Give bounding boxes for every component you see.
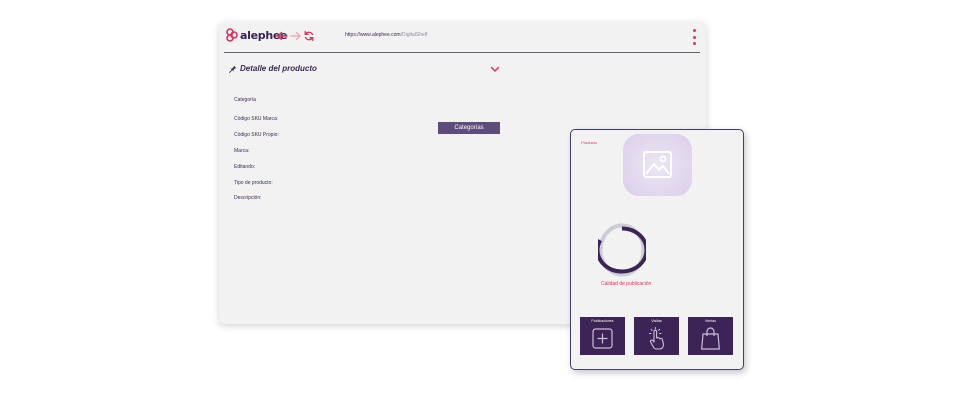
visits-tile[interactable]: Visitas [634, 317, 679, 355]
more-menu-icon[interactable] [692, 29, 696, 45]
url-path: /DigitalShelf [400, 32, 428, 38]
product-image-placeholder[interactable] [623, 134, 692, 196]
quality-label: Calidad de publicación [601, 281, 652, 287]
product-label: Producto [581, 140, 598, 145]
forward-arrow-icon[interactable] [290, 30, 302, 42]
image-icon [643, 151, 672, 178]
publication-quality-gauge [598, 223, 646, 277]
field-label-descripcion: Descripción: [234, 195, 262, 201]
field-label-sku-marca: Código SKU Marca: [234, 116, 279, 122]
field-label-tipo-producto: Tipo de producto: [234, 180, 273, 186]
publications-tile[interactable]: Publicaciones [580, 317, 625, 355]
sales-tile-label: Ventas [705, 319, 716, 323]
url-host: https://www.alephee.com [345, 32, 401, 38]
back-arrow-icon[interactable] [276, 30, 288, 42]
field-label-marca: Marca: [234, 148, 250, 154]
browser-toolbar: alephee https://www.alephee.com/DigitalS… [219, 22, 706, 52]
categories-button[interactable]: Categorías [438, 122, 500, 134]
publications-tile-label: Publicaciones [591, 319, 614, 323]
chevron-down-icon[interactable] [490, 66, 500, 73]
plus-square-icon [592, 328, 613, 349]
sales-tile[interactable]: Ventas [688, 317, 733, 355]
field-label-categoria: Categoría [234, 97, 256, 103]
shopping-bag-icon [701, 327, 720, 350]
pointer-hand-icon [649, 327, 665, 350]
address-bar[interactable]: https://www.alephee.com/DigitalShelf [345, 32, 427, 38]
section-title: Detalle del producto [240, 64, 317, 73]
pin-icon [229, 65, 237, 73]
alephee-logo-icon [226, 28, 238, 42]
refresh-icon[interactable] [303, 30, 315, 42]
product-card-panel: Producto Calidad de publicación Publicac… [570, 129, 744, 370]
visits-tile-label: Visitas [651, 319, 662, 323]
field-label-sku-propio: Código SKU Propio: [234, 132, 279, 138]
field-label-editando: Editando: [234, 164, 256, 170]
product-detail-header: Detalle del producto [229, 64, 317, 73]
toolbar-divider [224, 52, 700, 53]
